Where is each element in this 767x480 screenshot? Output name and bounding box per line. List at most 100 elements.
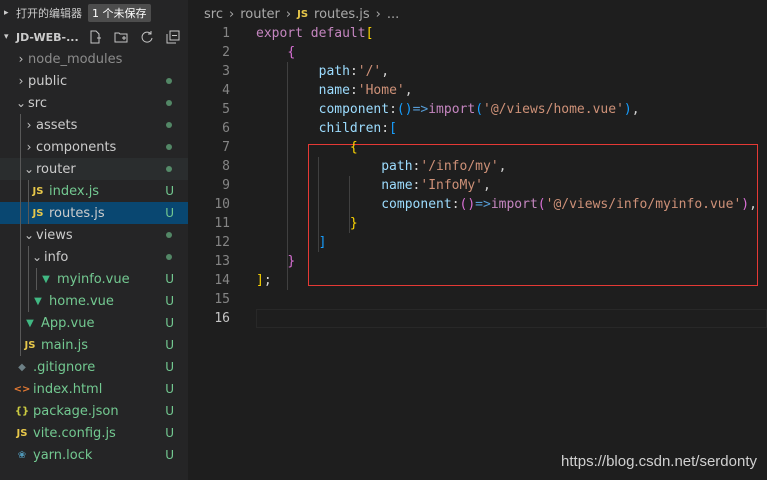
tree-item-components[interactable]: › components <box>0 136 188 158</box>
git-status-badge: U <box>165 426 174 440</box>
tree-item-package-json[interactable]: {} package.json U <box>0 400 188 422</box>
code-line[interactable]: 6 children:[ <box>188 119 767 138</box>
tree-indent-guide <box>28 180 29 202</box>
tree-indent-guide <box>20 246 21 268</box>
js-file-icon: JS <box>16 427 28 439</box>
code-line[interactable]: 15 <box>188 290 767 309</box>
tree-item-label: index.js <box>49 183 100 199</box>
code-line[interactable]: 11 } <box>188 214 767 233</box>
tree-item-label: routes.js <box>49 205 105 221</box>
chevron-right-icon: › <box>18 52 24 66</box>
code-line[interactable]: 5 component:()=>import('@/views/home.vue… <box>188 100 767 119</box>
breadcrumb-more[interactable]: ... <box>387 7 399 22</box>
tree-item-node-modules[interactable]: › node_modules <box>0 48 188 70</box>
collapse-icon[interactable] <box>165 29 181 45</box>
tree-item-info[interactable]: ⌄ info <box>0 246 188 268</box>
code-token: default <box>310 26 366 41</box>
code-text: } <box>256 252 295 271</box>
modified-dot-icon <box>166 122 172 128</box>
modified-dot-icon <box>166 166 172 172</box>
code-line[interactable]: 4 name:'Home', <box>188 81 767 100</box>
js-file-icon: JS <box>24 339 36 351</box>
tree-indent-guide <box>28 246 29 268</box>
tree-indent-guide <box>28 268 29 290</box>
code-line[interactable]: 3 path:'/', <box>188 62 767 81</box>
tree-item-src[interactable]: ⌄ src <box>0 92 188 114</box>
unsaved-badge: 1 个未保存 <box>88 4 151 22</box>
git-status-badge: U <box>165 404 174 418</box>
tree-item-router[interactable]: ⌄ router <box>0 158 188 180</box>
code-editor[interactable]: 1 export default[2 {3 path:'/', 4 name:'Ho… <box>188 24 767 480</box>
breadcrumb-src[interactable]: src <box>204 7 223 22</box>
code-token: , <box>498 159 507 174</box>
git-status-badge: U <box>165 294 174 308</box>
git-status-badge: U <box>165 184 174 198</box>
code-text: name:'InfoMy', <box>256 176 491 195</box>
code-line[interactable]: 2 { <box>188 43 767 62</box>
tree-item-home-vue[interactable]: ▼ home.vue U <box>0 290 188 312</box>
code-line[interactable]: 8 path:'/info/my', <box>188 157 767 176</box>
tree-item-index-js[interactable]: JS index.js U <box>0 180 188 202</box>
line-number: 12 <box>214 235 230 250</box>
tree-item-views[interactable]: ⌄ views <box>0 224 188 246</box>
tree-item-main-js[interactable]: JS main.js U <box>0 334 188 356</box>
breadcrumb-file[interactable]: routes.js <box>314 7 370 22</box>
code-line[interactable]: 13 } <box>188 252 767 271</box>
tree-item-public[interactable]: › public <box>0 70 188 92</box>
line-number: 6 <box>222 121 230 136</box>
code-token: : <box>349 83 358 98</box>
modified-dot-icon <box>166 144 172 150</box>
code-line[interactable]: 10 component:()=>import('@/views/info/my… <box>188 195 767 214</box>
tree-item-label: src <box>28 95 47 111</box>
code-token: => <box>412 102 429 117</box>
tree-indent-guide <box>20 158 21 180</box>
tree-item-label: myinfo.vue <box>57 271 130 287</box>
code-line[interactable]: 12 ] <box>188 233 767 252</box>
code-token: , <box>483 178 491 193</box>
open-editors-header[interactable]: ▸ 打开的编辑器 1 个未保存 <box>0 0 188 26</box>
tree-item-routes-js[interactable]: JS routes.js U <box>0 202 188 224</box>
tree-item-index-html[interactable]: <> index.html U <box>0 378 188 400</box>
code-token: ( <box>537 197 546 212</box>
tree-item-yarn-lock[interactable]: ❀ yarn.lock U <box>0 444 188 466</box>
tree-item-label: public <box>28 73 68 89</box>
breadcrumb-router[interactable]: router <box>240 7 280 22</box>
line-number: 9 <box>222 178 230 193</box>
code-token: { <box>349 140 358 155</box>
git-status-badge: U <box>165 206 174 220</box>
code-line[interactable]: 1 export default[ <box>188 24 767 43</box>
vue-file-icon: ▼ <box>42 273 50 285</box>
chevron-right-icon: › <box>26 140 32 154</box>
tree-item-label: yarn.lock <box>33 447 93 463</box>
new-folder-icon[interactable] <box>113 29 129 45</box>
line-number: 2 <box>222 45 230 60</box>
chevron-down-icon: ⌄ <box>23 228 35 242</box>
code-line[interactable]: 16 <box>188 309 767 328</box>
code-token: : <box>349 64 358 79</box>
vue-file-icon: ▼ <box>26 317 34 329</box>
chevron-right-icon: ▸ <box>4 8 9 18</box>
tree-item-assets[interactable]: › assets <box>0 114 188 136</box>
code-token: ] <box>318 235 327 250</box>
project-header[interactable]: ▾ JD-WEB-... <box>0 26 188 48</box>
tree-item-label: index.html <box>33 381 103 397</box>
line-number: 13 <box>214 254 230 269</box>
code-line[interactable]: 14]; <box>188 271 767 290</box>
refresh-icon[interactable] <box>139 29 155 45</box>
new-file-icon[interactable] <box>87 29 103 45</box>
tree-item-label: components <box>36 139 117 155</box>
tree-item-app-vue[interactable]: ▼ App.vue U <box>0 312 188 334</box>
line-number: 14 <box>214 273 230 288</box>
code-text: component:()=>import('@/views/info/myinf… <box>256 195 757 214</box>
tree-item-myinfo-vue[interactable]: ▼ myinfo.vue U <box>0 268 188 290</box>
code-text: path:'/', <box>256 62 389 81</box>
code-line[interactable]: 7 { <box>188 138 767 157</box>
code-token: '@/views/home.vue' <box>483 102 624 117</box>
tree-item--gitignore[interactable]: ◆ .gitignore U <box>0 356 188 378</box>
tree-item-vite-config-js[interactable]: JS vite.config.js U <box>0 422 188 444</box>
code-line[interactable]: 9 name:'InfoMy', <box>188 176 767 195</box>
json-file-icon: {} <box>14 405 30 417</box>
git-status-badge: U <box>165 360 174 374</box>
